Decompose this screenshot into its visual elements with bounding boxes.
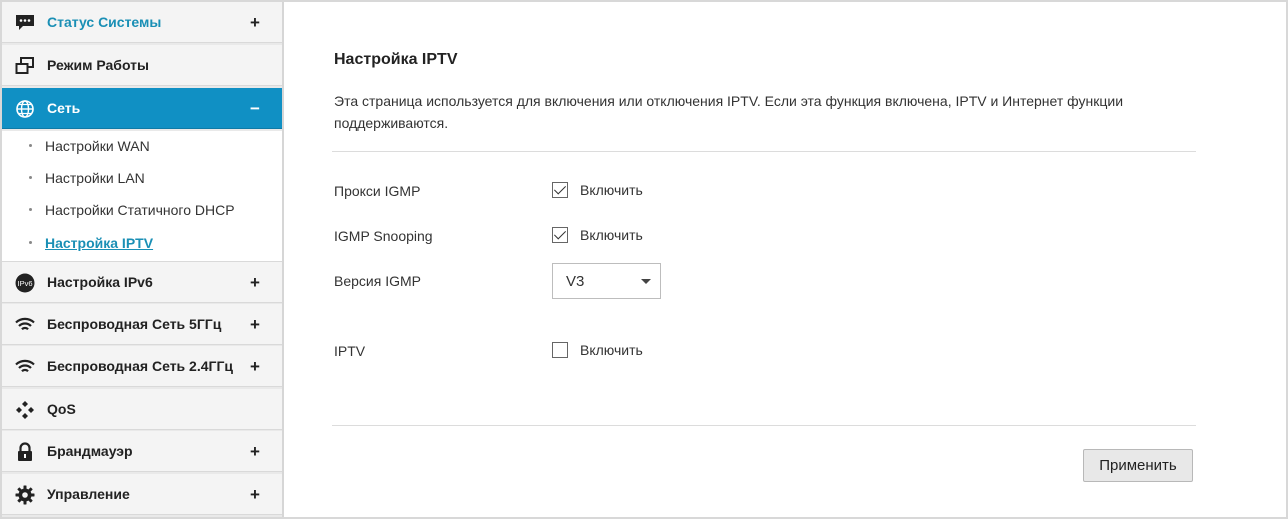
menu-wireless-24ghz[interactable]: Беспроводная Сеть 2.4ГГц + <box>2 346 282 387</box>
igmp-proxy-toggle[interactable]: Включить <box>552 182 643 198</box>
menu-label: Режим Работы <box>47 57 149 73</box>
ipv6-icon: IPv6 <box>15 273 35 293</box>
expand-icon[interactable]: + <box>248 358 262 375</box>
page-description: Эта страница используется для включения … <box>334 93 1124 131</box>
menu-label: Беспроводная Сеть 2.4ГГц <box>47 358 233 374</box>
page-title: Настройка IPTV <box>334 51 458 68</box>
expand-icon[interactable]: + <box>248 443 262 460</box>
windows-icon <box>15 56 35 76</box>
sidebar: Статус Системы + Режим Работы Сеть − Нас… <box>2 2 284 517</box>
submenu-label: Настройки WAN <box>45 138 150 154</box>
menu-label: Брандмауэр <box>47 443 133 459</box>
divider <box>332 151 1196 152</box>
submenu-label: Настройки LAN <box>45 170 145 186</box>
globe-icon <box>15 99 35 119</box>
expand-icon[interactable]: + <box>248 274 262 291</box>
expand-icon[interactable]: + <box>248 14 262 31</box>
checkbox-label[interactable]: Включить <box>580 182 643 198</box>
igmp-snooping-checkbox[interactable] <box>552 227 568 243</box>
lock-icon <box>15 442 35 462</box>
igmp-version-select[interactable]: V3 <box>552 263 661 299</box>
menu-network[interactable]: Сеть − <box>2 88 282 129</box>
checkbox-label[interactable]: Включить <box>580 227 643 243</box>
menu-label: Сеть <box>47 100 81 116</box>
chevron-down-icon <box>641 279 651 284</box>
menu-operation-mode[interactable]: Режим Работы <box>2 45 282 86</box>
iptv-toggle[interactable]: Включить <box>552 342 643 358</box>
menu-management[interactable]: Управление + <box>2 474 282 515</box>
expand-icon[interactable]: + <box>248 486 262 503</box>
menu-label: Беспроводная Сеть 5ГГц <box>47 316 222 332</box>
menu-label: QoS <box>47 401 76 417</box>
ipv6-icon-text: IPv6 <box>17 279 32 288</box>
bullet-icon <box>29 208 32 211</box>
expand-icon[interactable]: + <box>248 316 262 333</box>
menu-wireless-5ghz[interactable]: Беспроводная Сеть 5ГГц + <box>2 304 282 345</box>
menu-ipv6[interactable]: IPv6 Настройка IPv6 + <box>2 262 282 303</box>
gear-icon <box>15 485 35 505</box>
menu-label: Управление <box>47 486 130 502</box>
network-submenu: Настройки WAN Настройки LAN Настройки Ст… <box>2 131 282 262</box>
menu-label: Статус Системы <box>47 14 162 30</box>
apply-button[interactable]: Применить <box>1083 449 1193 482</box>
collapse-icon[interactable]: − <box>248 100 262 117</box>
bullet-icon <box>29 176 32 179</box>
wifi-icon <box>15 315 35 335</box>
divider <box>332 425 1196 426</box>
igmp-proxy-checkbox[interactable] <box>552 182 568 198</box>
menu-firewall[interactable]: Брандмауэр + <box>2 431 282 472</box>
menu-status[interactable]: Статус Системы + <box>2 2 282 43</box>
igmp-snooping-label: IGMP Snooping <box>334 228 433 244</box>
chat-bubble-icon <box>15 13 35 33</box>
bullet-icon <box>29 144 32 147</box>
iptv-label: IPTV <box>334 343 366 359</box>
igmp-snooping-toggle[interactable]: Включить <box>552 227 643 243</box>
submenu-label: Настройки Статичного DHCP <box>45 202 235 218</box>
wifi-icon <box>15 357 35 377</box>
select-value: V3 <box>566 272 585 290</box>
iptv-checkbox[interactable] <box>552 342 568 358</box>
submenu-item-iptv[interactable]: Настройка IPTV <box>2 228 282 258</box>
menu-qos[interactable]: QoS <box>2 389 282 430</box>
submenu-label[interactable]: Настройка IPTV <box>45 235 153 251</box>
checkbox-label[interactable]: Включить <box>580 342 643 358</box>
bullet-icon <box>29 241 32 244</box>
igmp-version-label: Версия IGMP <box>334 273 421 289</box>
submenu-item-lan[interactable]: Настройки LAN <box>2 163 282 193</box>
qos-icon <box>15 400 35 420</box>
igmp-proxy-label: Прокси IGMP <box>334 183 421 199</box>
menu-label: Настройка IPv6 <box>47 274 153 290</box>
main-panel: Настройка IPTV Эта страница используется… <box>286 2 1284 517</box>
submenu-item-static-dhcp[interactable]: Настройки Статичного DHCP <box>2 195 282 225</box>
submenu-item-wan[interactable]: Настройки WAN <box>2 131 282 161</box>
